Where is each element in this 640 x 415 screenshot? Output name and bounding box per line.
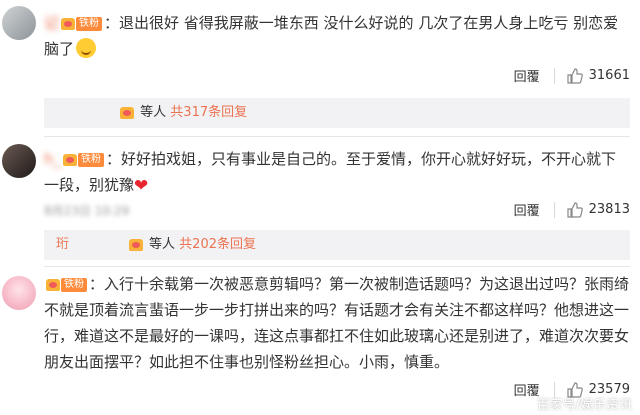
fan-badge [128,238,143,251]
like-count: 31661 [588,68,630,83]
divider [44,136,630,137]
avatar[interactable] [2,6,36,40]
crown-icon [46,278,60,291]
crown-icon [120,106,134,119]
divider [553,67,555,84]
reply-count-link[interactable]: 共202条回复 [179,237,256,252]
divider [44,266,630,267]
crown-icon [63,153,78,166]
reply-summary[interactable]: ​ 等人 共317条回复 [44,98,630,128]
username[interactable]: 记 [44,10,59,36]
crown-icon [61,17,76,30]
thumbs-up-icon [567,201,583,218]
username[interactable]: h_ [44,146,61,172]
avatar[interactable] [2,276,36,310]
reply-count-link[interactable]: 共317条回复 [170,105,247,120]
like-count: 23813 [588,202,630,217]
watermark: 百家号/娱乐资讯 [536,398,632,413]
reply-summary[interactable]: 珩 等人 共202条回复 [44,230,630,260]
crown-icon [128,238,143,251]
fan-badge: 铁粉 [61,16,103,31]
avatar[interactable] [2,144,36,178]
comment-date: 8月23日 10:29 [44,204,130,218]
fan-badge: 铁粉 [63,152,105,167]
reply-user-name[interactable]: 珩 [56,237,69,252]
comment-text: ：入行十余载第一次被恶意剪辑吗？第一次被制造话题吗？为这退出过吗？张雨绮不就是顶… [44,275,630,371]
reply-user-names: ​ [56,105,118,120]
reply-button[interactable]: 回覆 [514,200,540,219]
fan-badge: 铁粉 [46,277,87,292]
fan-badge [120,106,134,119]
thumbs-up-icon [567,67,583,84]
like-button[interactable]: 23813 [567,201,630,218]
comment-text: ：好好拍戏姐，只有事业是自己的。至于爱情，你开心就好好玩，不开心就下一段，别犹豫 [44,150,617,194]
like-button[interactable]: 31661 [567,67,630,84]
red-heart-icon: ❤ [134,176,149,196]
reply-button[interactable]: 回覆 [514,66,540,85]
comment-text: ：退出很好 省得我屏蔽一堆东西 没什么好说的 几次了在男人身上吃亏 别恋爱脑了 [44,14,619,58]
smile-emoji-icon [76,38,97,58]
divider [553,201,555,218]
